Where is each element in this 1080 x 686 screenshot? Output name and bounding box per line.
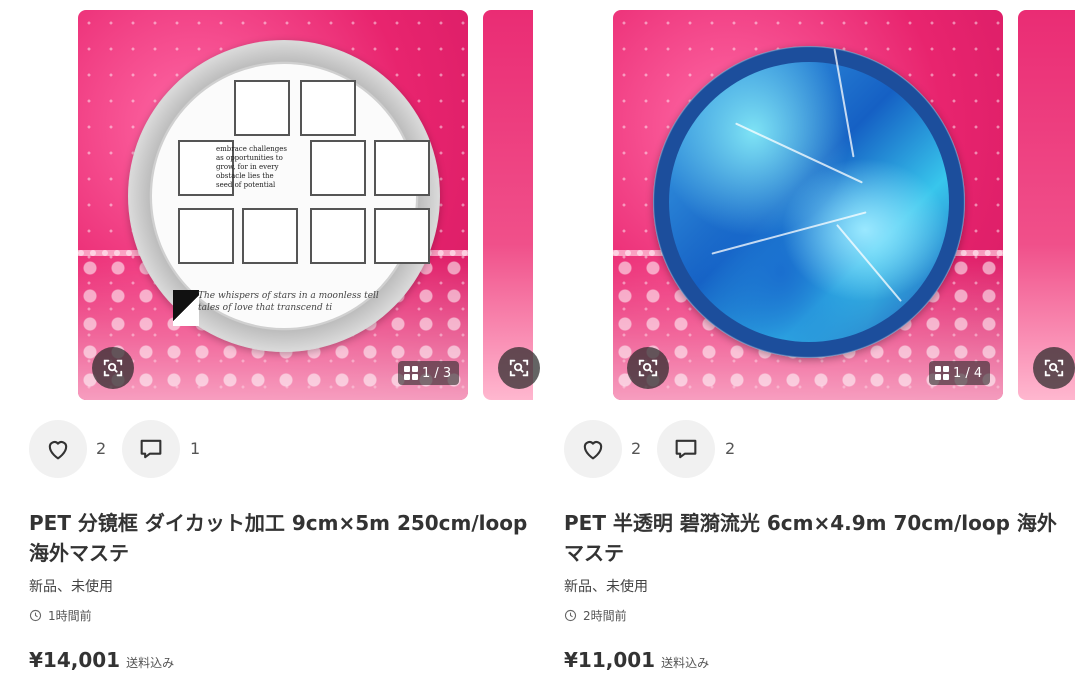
product-card[interactable]: embrace challenges as opportunities to g… [0,0,540,686]
comment-icon [675,439,697,459]
image-caption-text: embrace challenges as opportunities to g… [216,145,288,189]
price-amount: ¥11,001 [564,648,656,672]
grid-icon [404,366,418,380]
grid-icon [935,366,949,380]
image-search-icon [638,359,658,377]
like-button[interactable] [29,420,87,478]
product-condition: 新品、未使用 [564,579,648,595]
image-search-icon [103,359,123,377]
image-search-button[interactable] [498,347,540,389]
product-condition: 新品、未使用 [29,579,113,595]
comment-count: 2 [725,439,736,458]
posted-time: 2時間前 [564,607,627,624]
image-search-button[interactable] [627,347,669,389]
product-title[interactable]: PET 分镜框 ダイカット加工 9cm×5m 250cm/loop 海外マステ [29,508,529,568]
posted-time: 1時間前 [29,607,92,624]
image-counter-badge: 1 / 4 [929,361,991,385]
price-amount: ¥14,001 [29,648,121,672]
next-image-preview[interactable] [1018,10,1075,400]
like-count: 2 [96,439,107,458]
image-search-button[interactable] [92,347,134,389]
like-count: 2 [631,439,642,458]
shipping-label: 送料込み [661,656,710,670]
price: ¥11,001 送料込み [564,648,709,672]
image-script-text: The whispers of stars in a moonless tell… [198,291,379,313]
image-search-button[interactable] [1033,347,1075,389]
shipping-label: 送料込み [126,656,175,670]
comment-button[interactable] [122,420,180,478]
price: ¥14,001 送料込み [29,648,174,672]
clock-icon [29,609,42,622]
clock-icon [564,609,577,622]
image-search-icon [1044,359,1064,377]
comment-icon [140,439,162,459]
heart-icon [48,441,68,460]
image-counter-text: 1 / 3 [422,365,452,381]
image-corner-mark [173,290,199,326]
product-image[interactable] [613,10,1003,400]
posted-time-text: 1時間前 [48,609,92,623]
comment-button[interactable] [657,420,715,478]
product-title[interactable]: PET 半透明 碧漪流光 6cm×4.9m 70cm/loop 海外マステ [564,508,1064,568]
like-button[interactable] [564,420,622,478]
image-search-icon [509,359,529,377]
product-card[interactable]: 1 / 4 2 2 PET 半透明 碧漪流光 6cm×4.9m 70cm/loo… [535,0,1075,686]
product-image[interactable]: embrace challenges as opportunities to g… [78,10,468,400]
next-image-preview[interactable] [483,10,533,400]
comment-count: 1 [190,439,201,458]
tape-roll-face [669,48,949,342]
posted-time-text: 2時間前 [583,609,627,623]
image-counter-text: 1 / 4 [953,365,983,381]
heart-icon [583,441,603,460]
image-counter-badge: 1 / 3 [398,361,460,385]
